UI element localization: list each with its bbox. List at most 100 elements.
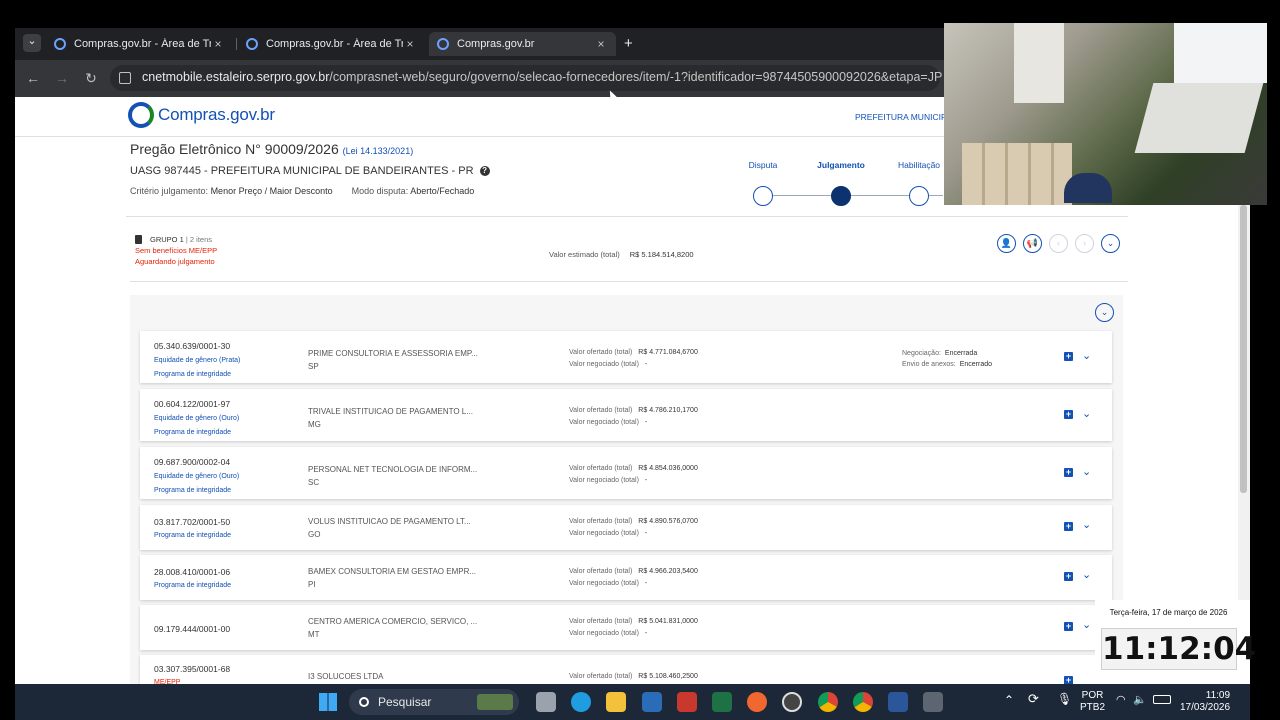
lang-layout: PTB2 bbox=[1080, 702, 1106, 713]
step-dot-julgamento[interactable] bbox=[831, 186, 851, 206]
forward-icon[interactable]: → bbox=[52, 68, 72, 88]
supplier-cnpj: 03.307.395/0001-68 bbox=[154, 664, 231, 674]
app-blue-icon[interactable] bbox=[642, 692, 662, 712]
supplier-cnpj: 28.008.410/0001-06 bbox=[154, 567, 231, 577]
megaphone-icon[interactable]: 📢 bbox=[1023, 234, 1042, 253]
close-icon[interactable]: × bbox=[403, 37, 417, 51]
stacked-boxes bbox=[962, 143, 1072, 205]
supplier-card[interactable]: 09.179.444/0001-00 CENTRO AMERICA COMERC… bbox=[140, 605, 1112, 650]
help-icon[interactable]: ? bbox=[479, 166, 490, 176]
supplier-card[interactable]: 28.008.410/0001-06 Programa de integrida… bbox=[140, 555, 1112, 600]
org-link[interactable]: PREFEITURA MUNICIPAL bbox=[855, 112, 956, 122]
firefox-icon[interactable] bbox=[747, 692, 767, 712]
chevron-down-icon[interactable]: ⌄ bbox=[1082, 618, 1091, 631]
negociado-label: Valor negociado (total) bbox=[569, 419, 639, 426]
chevron-down-icon[interactable]: ⌄ bbox=[1082, 568, 1091, 581]
supplier-negotiation: Negociação: Encerrada Envio de anexos: Ence… bbox=[902, 348, 992, 370]
supplier-tag[interactable]: Equidade de gênero (Prata) bbox=[154, 354, 240, 368]
chevron-down-icon[interactable]: ⌄ bbox=[1082, 407, 1091, 420]
new-tab-button[interactable]: + bbox=[624, 35, 633, 52]
site-logo[interactable]: Compras.gov.br bbox=[128, 102, 275, 128]
supplier-uf: MG bbox=[308, 420, 321, 429]
chrome-icon-2[interactable] bbox=[853, 692, 873, 712]
app-circle-icon[interactable] bbox=[782, 692, 802, 712]
supplier-tag[interactable]: Programa de integridade bbox=[154, 579, 231, 593]
site-info-icon[interactable] bbox=[119, 72, 131, 84]
chrome-icon[interactable] bbox=[818, 692, 838, 712]
tab-3-active[interactable]: Compras.gov.br × bbox=[429, 32, 616, 56]
supplier-name: PERSONAL NET TECNOLOGIA DE INFORM... SC bbox=[308, 463, 477, 489]
excel-icon[interactable] bbox=[712, 692, 732, 712]
add-icon[interactable]: + bbox=[1064, 622, 1073, 631]
next-icon[interactable]: › bbox=[1075, 234, 1094, 253]
ofertado-label: Valor ofertado (total) bbox=[569, 407, 633, 414]
add-icon[interactable]: + bbox=[1064, 522, 1073, 531]
supplier-card[interactable]: 05.340.639/0001-30 Equidade de gênero (P… bbox=[140, 331, 1112, 383]
chevron-down-icon[interactable]: ⌄ bbox=[1082, 349, 1091, 362]
law-link[interactable]: (Lei 14.133/2021) bbox=[343, 146, 414, 156]
prev-icon[interactable]: ‹ bbox=[1049, 234, 1068, 253]
reload-icon[interactable]: ↻ bbox=[81, 68, 101, 88]
modo-value: Aberto/Fechado bbox=[410, 186, 475, 196]
step-dot-disputa[interactable] bbox=[753, 186, 773, 206]
supplier-card[interactable]: 03.307.395/0001-68 ME/EPP I3 SOLUCOES LT… bbox=[140, 655, 1112, 686]
search-label: Pesquisar bbox=[378, 695, 432, 709]
tab-2[interactable]: Compras.gov.br - Área de Trabalho × bbox=[238, 32, 425, 56]
doorway bbox=[1014, 23, 1064, 103]
supplier-tag[interactable]: Programa de integridade bbox=[154, 426, 239, 440]
tab-menu-button[interactable]: ⌄ bbox=[23, 34, 41, 52]
tray-overflow-icon[interactable]: ⌃ bbox=[1004, 694, 1014, 706]
supplier-tags: Programa de integridade bbox=[154, 529, 231, 543]
supplier-card[interactable]: 09.687.900/0002-04 Equidade de gênero (O… bbox=[140, 447, 1112, 499]
file-explorer-icon[interactable] bbox=[606, 692, 626, 712]
supplier-tag[interactable]: Programa de integridade bbox=[154, 484, 239, 498]
negociado-value: - bbox=[644, 530, 648, 537]
microphone-icon[interactable]: 🎙 bbox=[1057, 693, 1072, 705]
taskbar-clock[interactable]: 11:09 17/03/2026 bbox=[1180, 690, 1230, 714]
compras-favicon-icon bbox=[437, 38, 449, 50]
add-icon[interactable]: + bbox=[1064, 468, 1073, 477]
supplier-tag[interactable]: Equidade de gênero (Ouro) bbox=[154, 412, 239, 426]
ofertado-value: R$ 4.771.084,6700 bbox=[638, 349, 698, 356]
calculator-icon[interactable] bbox=[923, 692, 943, 712]
tray-sync-icon[interactable]: ⟳ bbox=[1028, 692, 1039, 705]
supplier-tag[interactable]: Equidade de gênero (Ouro) bbox=[154, 470, 239, 484]
expand-all-icon[interactable]: ⌄ bbox=[1095, 303, 1114, 322]
supplier-name: VOLUS INSTITUICAO DE PAGAMENTO LT... GO bbox=[308, 515, 471, 541]
close-icon[interactable]: × bbox=[211, 37, 225, 51]
tab-1[interactable]: Compras.gov.br - Área de Trabalho × bbox=[46, 32, 233, 56]
add-icon[interactable]: + bbox=[1064, 410, 1073, 419]
close-icon[interactable]: × bbox=[594, 37, 608, 51]
supplier-tag[interactable]: Programa de integridade bbox=[154, 529, 231, 543]
app-red-icon[interactable] bbox=[677, 692, 697, 712]
chevron-down-icon[interactable]: ⌄ bbox=[1082, 465, 1091, 478]
taskbar-search[interactable]: Pesquisar bbox=[349, 689, 519, 715]
volume-icon[interactable]: 🔈 bbox=[1133, 694, 1147, 706]
scrollbar-thumb[interactable] bbox=[1240, 205, 1247, 493]
supplier-tag[interactable]: Programa de integridade bbox=[154, 368, 240, 382]
supplier-name-text: I3 SOLUCOES LTDA bbox=[308, 672, 384, 681]
battery-icon[interactable] bbox=[1153, 695, 1171, 704]
step-dot-habilitacao[interactable] bbox=[909, 186, 929, 206]
add-icon[interactable]: + bbox=[1064, 352, 1073, 361]
back-icon[interactable]: ← bbox=[23, 68, 43, 88]
windows-start-icon[interactable] bbox=[319, 693, 337, 711]
user-check-icon[interactable]: 👤 bbox=[997, 234, 1016, 253]
uasg-line: UASG 987445 - PREFEITURA MUNICIPAL DE BA… bbox=[130, 165, 490, 177]
supplier-name: I3 SOLUCOES LTDA bbox=[308, 670, 383, 683]
supplier-card[interactable]: 03.817.702/0001-50 Programa de integrida… bbox=[140, 505, 1112, 550]
edge-icon[interactable] bbox=[571, 692, 591, 712]
word-icon[interactable] bbox=[888, 692, 908, 712]
task-view-icon[interactable] bbox=[536, 692, 556, 712]
overlay-clock: 11:12:04 bbox=[1101, 628, 1256, 670]
add-icon[interactable]: + bbox=[1064, 572, 1073, 581]
supplier-card[interactable]: 00.604.122/0001-97 Equidade de gênero (O… bbox=[140, 389, 1112, 441]
expand-icon[interactable]: ⌄ bbox=[1101, 234, 1120, 253]
ofertado-label: Valor ofertado (total) bbox=[569, 518, 633, 525]
uasg-text: UASG 987445 - PREFEITURA MUNICIPAL DE BA… bbox=[130, 165, 474, 177]
negociado-label: Valor negociado (total) bbox=[569, 530, 639, 537]
keyboard-language[interactable]: POR PTB2 bbox=[1080, 690, 1105, 714]
compras-logo-icon bbox=[128, 102, 154, 128]
wifi-icon[interactable]: ◠ bbox=[1116, 694, 1126, 706]
chevron-down-icon[interactable]: ⌄ bbox=[1082, 518, 1091, 531]
